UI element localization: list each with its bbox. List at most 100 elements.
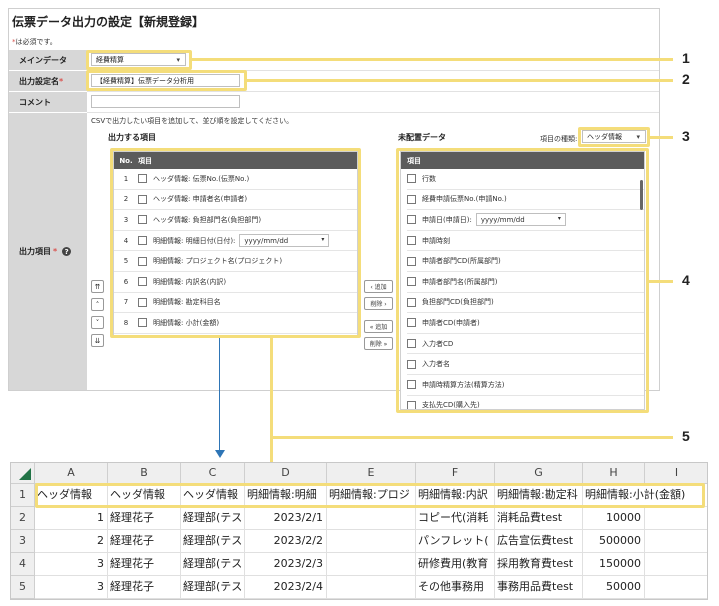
corner-triangle-icon xyxy=(19,468,31,480)
row-divider xyxy=(87,112,659,113)
cell[interactable] xyxy=(327,530,416,553)
move-up-button[interactable]: ˄ xyxy=(91,298,104,311)
cell[interactable]: 経理部(テス xyxy=(181,507,245,530)
remove-all-button[interactable]: 削除 » xyxy=(364,337,393,350)
comment-label: コメント xyxy=(9,92,87,112)
row-header[interactable]: 1 xyxy=(11,484,35,507)
output-items-label-text: 出力項目 xyxy=(19,247,51,256)
cell[interactable]: その他事務用 xyxy=(416,576,495,599)
output-items-label: 出力項目 * ? xyxy=(9,113,87,390)
cell[interactable]: 経理花子 xyxy=(108,553,181,576)
cell[interactable]: 広告宣伝費test xyxy=(495,530,583,553)
cell[interactable] xyxy=(645,553,707,576)
cell[interactable]: 研修費用(教育 xyxy=(416,553,495,576)
row-header[interactable]: 2 xyxy=(11,507,35,530)
row-divider xyxy=(87,91,659,92)
cell[interactable]: 2023/2/1 xyxy=(245,507,327,530)
main-data-label-text: メインデータ xyxy=(19,55,67,65)
required-mark: * xyxy=(59,76,64,86)
highlight-box-output-list xyxy=(110,148,361,338)
connector-4 xyxy=(649,280,673,283)
instruction-text: CSVで出力したい項目を追加して、並び順を設定してください。 xyxy=(91,117,294,125)
arrow-line xyxy=(219,338,220,452)
output-name-label: 出力設定名 * xyxy=(9,71,87,91)
arrow-down-icon xyxy=(215,450,225,458)
cell[interactable] xyxy=(645,576,707,599)
column-header[interactable]: C xyxy=(181,463,245,484)
column-header[interactable]: H xyxy=(583,463,645,484)
move-top-button[interactable]: ⇈ xyxy=(91,280,104,293)
cell[interactable] xyxy=(327,507,416,530)
cell[interactable]: 2 xyxy=(35,530,108,553)
cell[interactable]: 採用教育費test xyxy=(495,553,583,576)
cell[interactable]: 150000 xyxy=(583,553,645,576)
cell[interactable]: パンフレット( xyxy=(416,530,495,553)
column-header[interactable]: G xyxy=(495,463,583,484)
required-note-text: は必須です。 xyxy=(15,38,57,46)
connector-3 xyxy=(650,136,673,139)
main-data-label: メインデータ xyxy=(9,50,87,70)
cell[interactable] xyxy=(327,576,416,599)
cell[interactable]: 消耗品費test xyxy=(495,507,583,530)
page-title: 伝票データ出力の設定【新規登録】 xyxy=(12,15,205,29)
column-header[interactable]: B xyxy=(108,463,181,484)
required-mark: * xyxy=(53,247,58,256)
required-note: *は必須です。 xyxy=(12,37,57,47)
callout-5: 5 xyxy=(682,428,690,444)
cell[interactable]: 経理部(テス xyxy=(181,530,245,553)
remove-button[interactable]: 削除 › xyxy=(364,297,393,310)
column-header[interactable]: F xyxy=(416,463,495,484)
cell[interactable] xyxy=(645,507,707,530)
column-header[interactable]: I xyxy=(645,463,707,484)
output-name-label-text: 出力設定名 xyxy=(19,76,59,86)
connector-2 xyxy=(247,79,673,82)
callout-3: 3 xyxy=(682,128,690,144)
highlight-box-5 xyxy=(35,483,705,508)
item-type-label: 項目の種類: xyxy=(540,135,578,143)
move-down-button[interactable]: ˅ xyxy=(91,316,104,329)
cell[interactable]: 500000 xyxy=(583,530,645,553)
cell[interactable]: 2023/2/3 xyxy=(245,553,327,576)
cell[interactable]: コピー代(消耗 xyxy=(416,507,495,530)
highlight-box-1 xyxy=(86,50,192,70)
row-header[interactable]: 5 xyxy=(11,576,35,599)
comment-field[interactable] xyxy=(91,95,240,108)
connector-5 xyxy=(270,436,673,439)
add-all-button[interactable]: « 追加 xyxy=(364,320,393,333)
cell[interactable]: 3 xyxy=(35,576,108,599)
spreadsheet: A B C D E F G H I 1 2 3 4 5 ヘッダ情報 ヘッダ情報 … xyxy=(10,462,708,600)
highlight-box-3 xyxy=(578,127,650,147)
cell[interactable] xyxy=(645,530,707,553)
row-header[interactable]: 4 xyxy=(11,553,35,576)
column-header[interactable]: E xyxy=(327,463,416,484)
callout-2: 2 xyxy=(682,71,690,87)
column-header[interactable]: A xyxy=(35,463,108,484)
comment-label-text: コメント xyxy=(19,97,51,107)
cell[interactable]: 1 xyxy=(35,507,108,530)
cell[interactable]: 経理花子 xyxy=(108,530,181,553)
cell[interactable]: 50000 xyxy=(583,576,645,599)
callout-1: 1 xyxy=(682,50,690,66)
callout-4: 4 xyxy=(682,272,690,288)
cell[interactable]: 2023/2/2 xyxy=(245,530,327,553)
output-list-title: 出力する項目 xyxy=(108,133,156,142)
cell[interactable]: 経理花子 xyxy=(108,507,181,530)
cell[interactable] xyxy=(327,553,416,576)
question-circle-icon[interactable]: ? xyxy=(62,247,72,256)
cell[interactable]: 2023/2/4 xyxy=(245,576,327,599)
cell[interactable]: 経理部(テス xyxy=(181,553,245,576)
add-button[interactable]: ‹ 追加 xyxy=(364,280,393,293)
cell[interactable]: 10000 xyxy=(583,507,645,530)
row-header[interactable]: 3 xyxy=(11,530,35,553)
highlight-box-2 xyxy=(86,70,247,91)
cell[interactable]: 経理花子 xyxy=(108,576,181,599)
select-all-corner[interactable] xyxy=(11,463,35,484)
column-header[interactable]: D xyxy=(245,463,327,484)
cell[interactable]: 経理部(テス xyxy=(181,576,245,599)
highlight-box-4 xyxy=(396,148,649,413)
move-bottom-button[interactable]: ⇊ xyxy=(91,334,104,347)
cell[interactable]: 事務用品費test xyxy=(495,576,583,599)
connector-1 xyxy=(192,58,673,61)
unassigned-list-title: 未配置データ xyxy=(398,133,446,142)
cell[interactable]: 3 xyxy=(35,553,108,576)
